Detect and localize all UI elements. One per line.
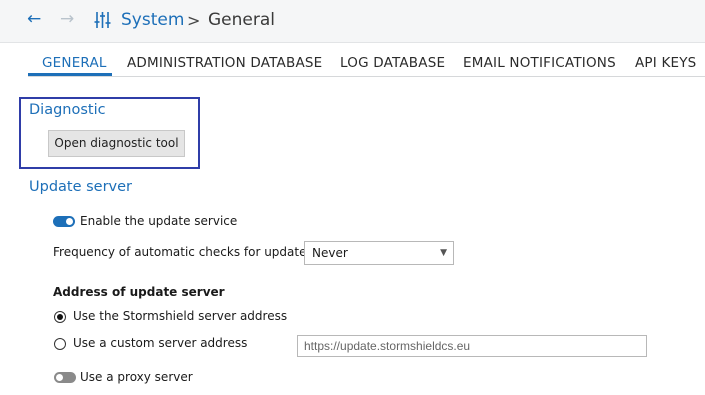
page-title: General [208, 10, 275, 30]
toggle-knob [56, 374, 63, 381]
toggle-knob [66, 218, 73, 225]
update-server-title: Update server [29, 179, 133, 195]
breadcrumb-separator: > [187, 11, 201, 30]
sliders-icon [94, 11, 111, 33]
radio-selected-dot [57, 314, 63, 320]
arrow-left-icon[interactable]: ← [27, 9, 41, 29]
tab-general[interactable]: GENERAL [42, 55, 107, 71]
tab-log-database[interactable]: LOG DATABASE [340, 55, 445, 71]
arrow-right-icon: → [60, 9, 75, 29]
active-tab-indicator [28, 73, 112, 76]
use-proxy-label: Use a proxy server [80, 370, 193, 384]
open-diagnostic-tool-button[interactable]: Open diagnostic tool [48, 130, 185, 157]
enable-update-service-label: Enable the update service [80, 214, 238, 228]
tab-bar: GENERAL ADMINISTRATION DATABASE LOG DATA… [0, 43, 705, 79]
stormshield-address-label: Use the Stormshield server address [73, 309, 288, 323]
frequency-label: Frequency of automatic checks for update… [53, 245, 313, 259]
diagnostic-title: Diagnostic [29, 102, 106, 118]
frequency-select[interactable]: Never ▼ [304, 241, 454, 265]
tab-administration-database[interactable]: ADMINISTRATION DATABASE [127, 55, 322, 71]
custom-address-label: Use a custom server address [73, 336, 248, 350]
tab-api-keys[interactable]: API KEYS [635, 55, 696, 71]
custom-server-address-input[interactable] [297, 335, 647, 357]
tab-email-notifications[interactable]: EMAIL NOTIFICATIONS [463, 55, 616, 71]
address-heading: Address of update server [53, 285, 225, 299]
chevron-down-icon: ▼ [440, 248, 447, 258]
radio-custom-address[interactable] [54, 338, 66, 350]
use-proxy-toggle[interactable] [54, 372, 76, 383]
top-bar: ← → System > General [0, 0, 705, 43]
tab-divider [28, 76, 705, 77]
frequency-select-value: Never [312, 246, 348, 260]
radio-stormshield-address[interactable] [54, 311, 66, 323]
enable-update-service-toggle[interactable] [53, 216, 75, 227]
breadcrumb-system[interactable]: System [121, 8, 184, 32]
